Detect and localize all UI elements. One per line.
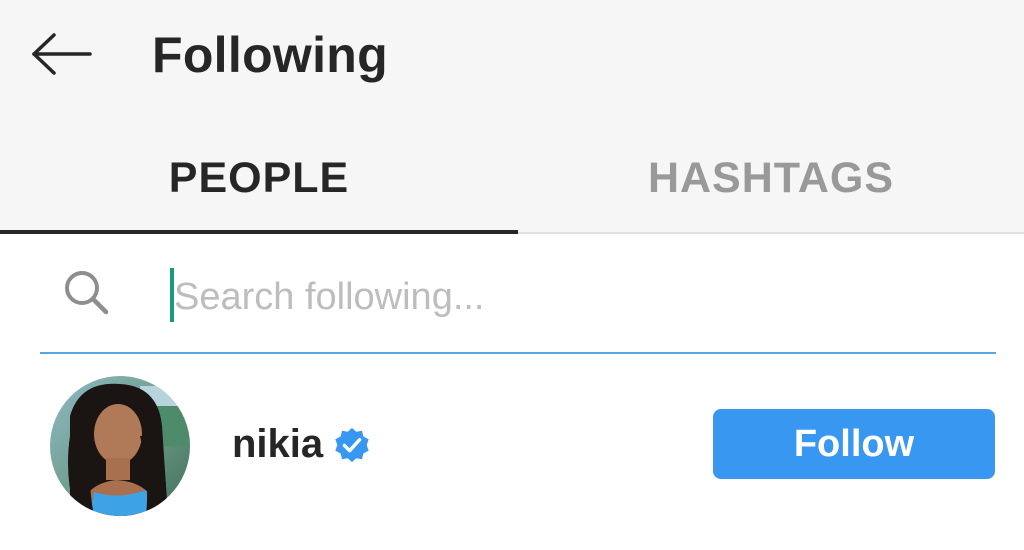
follow-button[interactable]: Follow <box>713 409 995 479</box>
following-screen: Following PEOPLE HASHTAGS Search followi… <box>0 0 1024 550</box>
avatar-photo <box>50 376 190 516</box>
back-button[interactable] <box>28 26 94 82</box>
tab-hashtags[interactable]: HASHTAGS <box>518 148 1024 234</box>
text-cursor <box>170 268 174 322</box>
search-icon <box>65 271 109 315</box>
verified-badge-icon <box>335 427 369 462</box>
active-tab-indicator <box>0 230 518 234</box>
tab-people[interactable]: PEOPLE <box>0 148 518 234</box>
search-input[interactable] <box>164 264 994 330</box>
page-title: Following <box>152 27 388 83</box>
search-underline <box>40 352 996 354</box>
tab-people-label: PEOPLE <box>168 154 350 202</box>
arrow-left-icon <box>32 33 92 75</box>
header: Following PEOPLE HASHTAGS <box>0 0 1024 232</box>
header-divider <box>518 232 1024 234</box>
avatar[interactable] <box>50 376 190 516</box>
list-item: nikia Follow <box>0 366 1024 526</box>
tab-hashtags-label: HASHTAGS <box>647 154 895 202</box>
username-link[interactable]: nikia <box>232 422 371 467</box>
username: nikia <box>232 422 324 466</box>
